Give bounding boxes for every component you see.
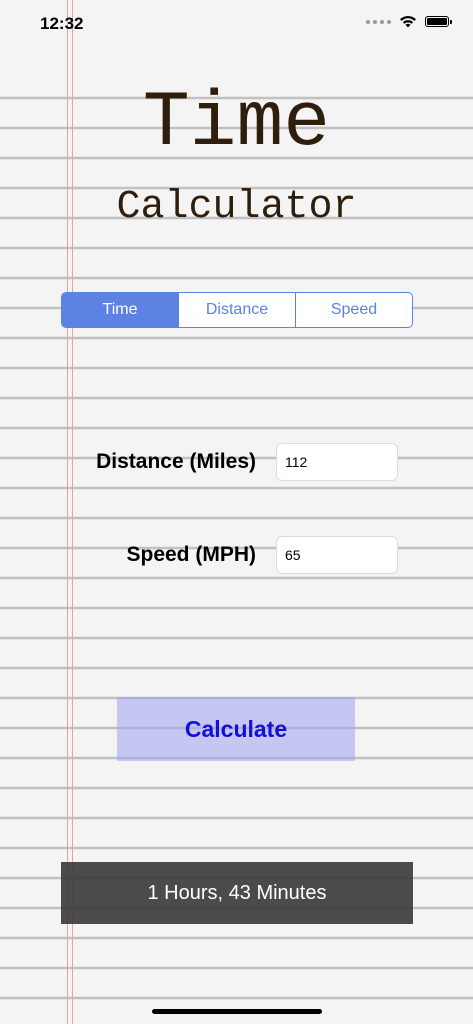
calculate-button[interactable]: Calculate <box>117 697 355 761</box>
page-title: Time <box>142 80 331 168</box>
segment-time[interactable]: Time <box>62 293 178 327</box>
speed-input[interactable] <box>276 536 398 574</box>
distance-input[interactable] <box>276 443 398 481</box>
speed-label: Speed (MPH) <box>126 543 256 566</box>
distance-label: Distance (Miles) <box>96 450 256 473</box>
status-time: 12:32 <box>40 14 84 33</box>
result-display: 1 Hours, 43 Minutes <box>61 862 413 924</box>
segment-speed[interactable]: Speed <box>295 293 412 327</box>
home-indicator[interactable] <box>152 1009 322 1014</box>
page-subtitle: Calculator <box>116 185 357 230</box>
result-text: 1 Hours, 43 Minutes <box>147 881 327 904</box>
segment-distance[interactable]: Distance <box>178 293 295 327</box>
status-icons <box>366 15 452 28</box>
mode-segmented-control: Time Distance Speed <box>61 292 413 328</box>
battery-icon <box>425 16 452 27</box>
wifi-icon <box>400 16 416 28</box>
signal-dots-icon <box>366 19 391 24</box>
